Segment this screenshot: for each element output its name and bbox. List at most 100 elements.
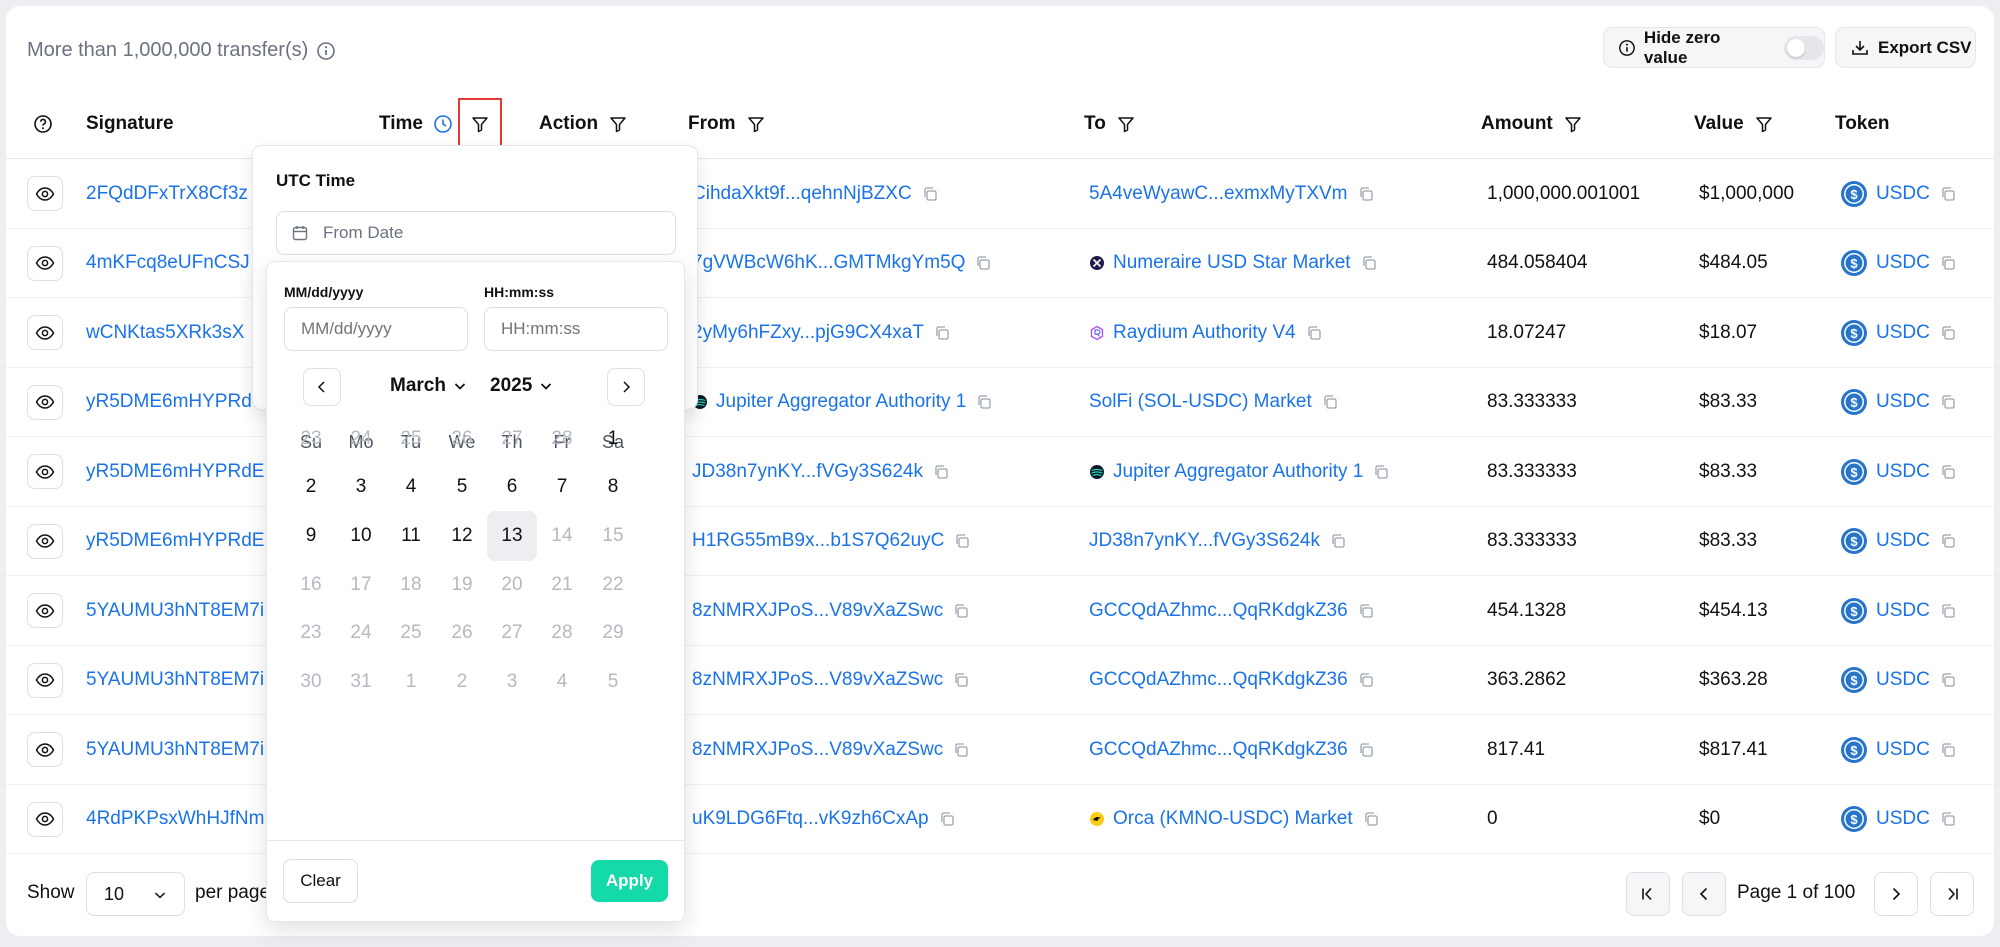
signature-link[interactable]: 5YAUMU3hNT8EM7i <box>86 739 264 761</box>
prev-month-button[interactable] <box>303 368 341 406</box>
calendar-day[interactable]: 3 <box>336 462 386 512</box>
copy-icon[interactable] <box>1940 394 1956 410</box>
from-address-link[interactable]: CihdaXkt9f...qehnNjBZXC <box>692 183 912 205</box>
copy-icon[interactable] <box>953 672 969 688</box>
to-address-link[interactable]: 5A4veWyawC...exmxMyTXVm <box>1089 183 1348 205</box>
calendar-day[interactable]: 8 <box>588 462 638 512</box>
token-link[interactable]: USDC <box>1876 391 1930 413</box>
view-details-button[interactable] <box>27 176 63 211</box>
copy-icon[interactable] <box>1940 603 1956 619</box>
help-icon[interactable] <box>33 114 53 134</box>
month-select[interactable]: March <box>390 375 468 397</box>
copy-icon[interactable] <box>1940 742 1956 758</box>
token-link[interactable]: USDC <box>1876 600 1930 622</box>
view-details-button[interactable] <box>27 454 63 489</box>
calendar-day-today[interactable]: 13 <box>487 511 537 561</box>
signature-cell[interactable]: 5YAUMU3hNT8EM7i <box>86 715 264 784</box>
token-link[interactable]: USDC <box>1876 808 1930 830</box>
from-address-link[interactable]: 8zNMRXJPoS...V89vXaZSwc <box>692 600 943 622</box>
token-link[interactable]: USDC <box>1876 739 1930 761</box>
copy-icon[interactable] <box>1322 394 1338 410</box>
copy-icon[interactable] <box>1358 603 1374 619</box>
to-address-link[interactable]: Orca (KMNO-USDC) Market <box>1113 808 1353 830</box>
signature-link[interactable]: 5YAUMU3hNT8EM7i <box>86 600 264 622</box>
signature-cell[interactable]: wCNKtas5XRk3sX <box>86 298 244 367</box>
prev-page-button[interactable] <box>1682 872 1726 916</box>
copy-icon[interactable] <box>1373 464 1389 480</box>
view-details-button[interactable] <box>27 245 63 281</box>
hide-zero-toggle[interactable]: Hide zero value <box>1603 27 1825 68</box>
to-address-link[interactable]: Numeraire USD Star Market <box>1113 252 1351 274</box>
to-address-link[interactable]: GCCQdAZhmc...QqRKdgkZ36 <box>1089 600 1348 622</box>
copy-icon[interactable] <box>1940 255 1956 271</box>
to-address-link[interactable]: Jupiter Aggregator Authority 1 <box>1113 461 1363 483</box>
filter-icon[interactable] <box>746 114 766 134</box>
toggle-switch[interactable] <box>1784 35 1824 60</box>
to-address-link[interactable]: SolFi (SOL-USDC) Market <box>1089 391 1312 413</box>
signature-cell[interactable]: yR5DME6mHYPRdE <box>86 437 264 506</box>
filter-icon[interactable] <box>608 114 628 134</box>
per-page-select[interactable]: 10 <box>86 872 185 916</box>
token-link[interactable]: USDC <box>1876 183 1930 205</box>
token-link[interactable]: USDC <box>1876 461 1930 483</box>
calendar-day[interactable]: 11 <box>386 511 436 561</box>
view-details-button[interactable] <box>27 593 63 628</box>
calendar-day[interactable]: 9 <box>286 511 336 561</box>
token-link[interactable]: USDC <box>1876 669 1930 691</box>
view-details-button[interactable] <box>27 523 63 559</box>
filter-icon[interactable] <box>1116 114 1136 134</box>
signature-cell[interactable]: 5YAUMU3hNT8EM7i <box>86 576 264 645</box>
to-address-link[interactable]: JD38n7ynKY...fVGy3S624k <box>1089 530 1320 552</box>
export-csv-button[interactable]: Export CSV <box>1835 27 1976 68</box>
info-icon[interactable] <box>316 41 336 61</box>
signature-link[interactable]: yR5DME6mHYPRdE <box>86 461 264 483</box>
signature-link[interactable]: 5YAUMU3hNT8EM7i <box>86 669 264 691</box>
copy-icon[interactable] <box>1940 325 1956 341</box>
copy-icon[interactable] <box>933 464 949 480</box>
clear-button[interactable]: Clear <box>283 859 358 903</box>
calendar-day[interactable]: 6 <box>487 462 537 512</box>
to-address-link[interactable]: GCCQdAZhmc...QqRKdgkZ36 <box>1089 739 1348 761</box>
apply-button[interactable]: Apply <box>591 860 668 902</box>
view-details-button[interactable] <box>27 384 63 420</box>
view-details-button[interactable] <box>27 801 63 837</box>
token-link[interactable]: USDC <box>1876 252 1930 274</box>
calendar-day[interactable]: 7 <box>537 462 587 512</box>
last-page-button[interactable] <box>1930 872 1974 916</box>
signature-cell[interactable]: 4RdPKPsxWhHJfNm <box>86 785 264 854</box>
filter-icon[interactable] <box>1754 114 1774 134</box>
to-address-link[interactable]: GCCQdAZhmc...QqRKdgkZ36 <box>1089 669 1348 691</box>
from-address-link[interactable]: Jupiter Aggregator Authority 1 <box>716 391 966 413</box>
copy-icon[interactable] <box>1361 255 1377 271</box>
copy-icon[interactable] <box>976 394 992 410</box>
copy-icon[interactable] <box>1363 811 1379 827</box>
copy-icon[interactable] <box>1940 186 1956 202</box>
filter-icon[interactable] <box>1563 114 1583 134</box>
signature-cell[interactable]: 4mKFcq8eUFnCSJ <box>86 229 250 298</box>
signature-link[interactable]: wCNKtas5XRk3sX <box>86 322 244 344</box>
next-page-button[interactable] <box>1874 872 1918 916</box>
time-input[interactable] <box>484 307 668 351</box>
calendar-day[interactable]: 12 <box>437 511 487 561</box>
token-link[interactable]: USDC <box>1876 322 1930 344</box>
copy-icon[interactable] <box>1358 742 1374 758</box>
from-address-link[interactable]: JD38n7ynKY...fVGy3S624k <box>692 461 923 483</box>
calendar-day[interactable]: 5 <box>437 462 487 512</box>
copy-icon[interactable] <box>975 255 991 271</box>
signature-cell[interactable]: yR5DME6mHYPRdE <box>86 507 264 576</box>
copy-icon[interactable] <box>1940 533 1956 549</box>
signature-link[interactable]: yR5DME6mHYPRdE <box>86 530 264 552</box>
signature-link[interactable]: 4mKFcq8eUFnCSJ <box>86 252 250 274</box>
view-details-button[interactable] <box>27 662 63 698</box>
calendar-day[interactable]: 10 <box>336 511 386 561</box>
calendar-day[interactable]: 4 <box>386 462 436 512</box>
copy-icon[interactable] <box>1940 672 1956 688</box>
copy-icon[interactable] <box>934 325 950 341</box>
view-details-button[interactable] <box>27 315 63 350</box>
copy-icon[interactable] <box>1358 672 1374 688</box>
from-address-link[interactable]: 8zNMRXJPoS...V89vXaZSwc <box>692 739 943 761</box>
copy-icon[interactable] <box>1330 533 1346 549</box>
from-address-link[interactable]: 2yMy6hFZxy...pjG9CX4xaT <box>692 322 924 344</box>
copy-icon[interactable] <box>953 603 969 619</box>
from-address-link[interactable]: 8zNMRXJPoS...V89vXaZSwc <box>692 669 943 691</box>
